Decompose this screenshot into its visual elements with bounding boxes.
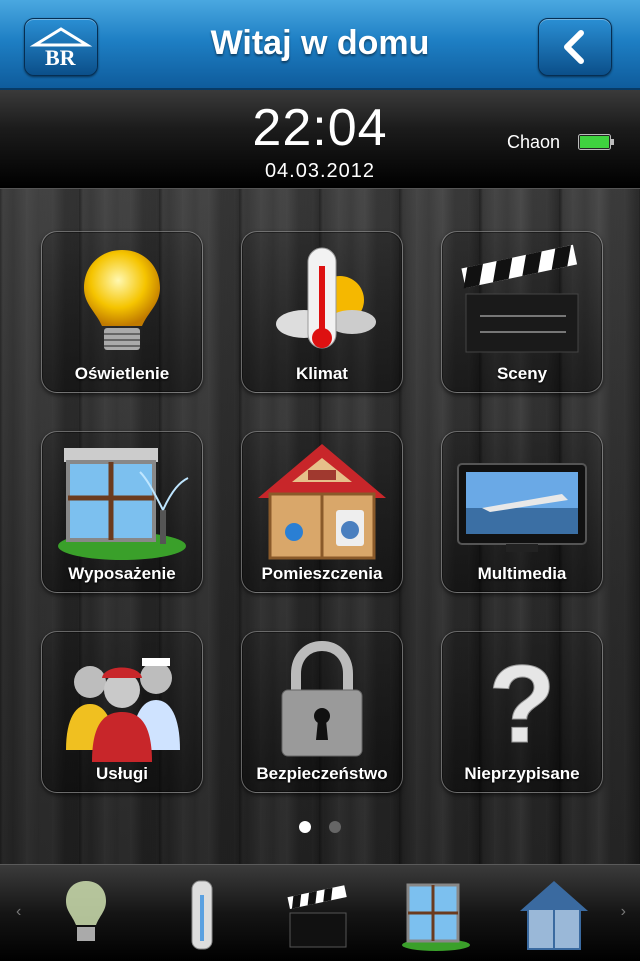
thermometer-icon xyxy=(276,247,376,349)
clock-date: 04.03.2012 xyxy=(264,160,376,182)
dock-scenes-icon[interactable] xyxy=(278,875,358,955)
tile-climate[interactable]: Klimat xyxy=(241,231,403,393)
dock-climate-icon[interactable] xyxy=(162,875,242,955)
svg-text:?: ? xyxy=(488,643,555,762)
dock-right-arrow[interactable]: › xyxy=(621,903,626,921)
light-bulb-icon xyxy=(84,250,160,350)
tile-lighting[interactable]: Oświetlenie xyxy=(41,231,203,393)
padlock-icon xyxy=(281,640,363,757)
tile-equipment[interactable]: Wyposażenie xyxy=(41,431,203,593)
dock-rooms-icon[interactable] xyxy=(514,875,594,955)
page-dot-active[interactable] xyxy=(298,821,311,833)
bottom-dock: ‹ › xyxy=(0,864,640,961)
status-bar: 22:04 04.03.2012 Chaon xyxy=(0,90,640,189)
tile-label: Sceny xyxy=(496,364,548,383)
tile-label: Wyposażenie xyxy=(68,564,176,583)
tile-label: Multimedia xyxy=(477,564,567,583)
tv-icon xyxy=(457,463,587,552)
tile-multimedia[interactable]: Multimedia xyxy=(441,431,603,593)
header-bar: BR Witaj w domu xyxy=(0,0,640,90)
device-name: Chaon xyxy=(506,132,560,152)
tile-label: Pomieszczenia xyxy=(261,564,383,583)
battery-full-icon xyxy=(578,134,614,150)
window-sprinkler-icon xyxy=(58,448,189,560)
dock-equipment-icon[interactable] xyxy=(396,875,476,955)
chevron-left-icon xyxy=(564,30,584,64)
clapperboard-icon xyxy=(461,244,579,353)
page-indicator xyxy=(0,820,640,838)
tile-label: Bezpieczeństwo xyxy=(256,764,388,783)
tile-label: Nieprzypisane xyxy=(464,764,580,783)
tile-services[interactable]: Usługi xyxy=(41,631,203,793)
tile-scenes[interactable]: Sceny xyxy=(441,231,603,393)
question-mark-icon: ? xyxy=(488,643,556,763)
dock-lighting-icon[interactable] xyxy=(46,875,126,955)
tile-unassigned[interactable]: ? Nieprzypisane xyxy=(441,631,603,793)
tile-label: Oświetlenie xyxy=(74,364,170,383)
dock-left-arrow[interactable]: ‹ xyxy=(16,903,21,921)
tile-security[interactable]: Bezpieczeństwo xyxy=(241,631,403,793)
tile-label: Usługi xyxy=(96,764,148,783)
service-people-icon xyxy=(66,658,180,762)
house-rooms-icon xyxy=(258,444,386,560)
tile-label: Klimat xyxy=(296,364,348,383)
page-dot-inactive[interactable] xyxy=(329,821,342,833)
main-area: Oświetlenie Klimat Sceny Wyposażenie Pom… xyxy=(0,189,640,864)
tile-rooms[interactable]: Pomieszczenia xyxy=(241,431,403,593)
back-button[interactable] xyxy=(538,18,612,76)
